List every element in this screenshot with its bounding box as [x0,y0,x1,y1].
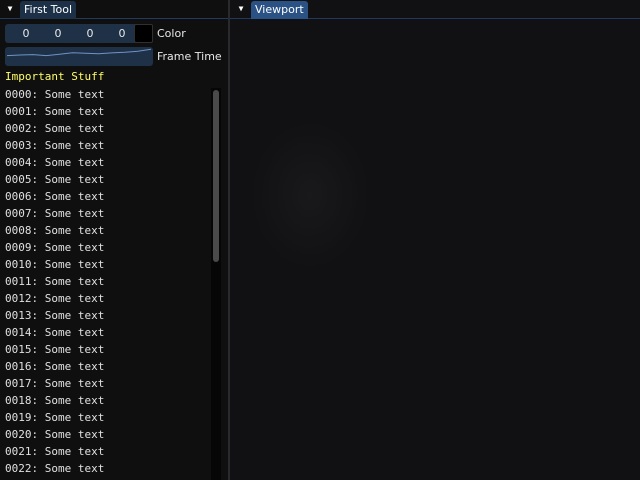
list-item: 0016: Some text [5,360,105,373]
list-item: 0022: Some text [5,462,105,475]
list-item: 0006: Some text [5,190,105,203]
color-swatch[interactable] [134,24,153,43]
list-item: 0011: Some text [5,275,105,288]
list-item: 0018: Some text [5,394,105,407]
list-item: 0015: Some text [5,343,105,356]
viewport-tabbar: ▼ Viewport [230,0,640,19]
tab-first-tool[interactable]: First Tool [20,1,77,19]
app-root: ▼ First Tool 0 0 0 0 Color Frame Time Im… [0,0,640,480]
list-item: 0008: Some text [5,224,105,237]
list-item: 0021: Some text [5,445,105,458]
triangle-down-icon[interactable]: ▼ [235,3,247,15]
frame-time-row: Frame Time [5,47,227,66]
important-stuff-heading: Important Stuff [5,70,105,83]
list-item: 0020: Some text [5,428,105,441]
list-item: 0001: Some text [5,105,105,118]
color-label: Color [157,27,186,40]
first-tool-window: ▼ First Tool 0 0 0 0 Color Frame Time Im… [0,0,228,480]
frame-time-plot-line [6,48,152,57]
frame-time-plot-graph [6,48,152,57]
text-list[interactable]: 0000: Some text 0001: Some text 0002: Some… [0,86,228,480]
list-item: 0013: Some text [5,309,105,322]
list-item: 0007: Some text [5,207,105,220]
list-item: 0004: Some text [5,156,105,169]
frame-time-label: Frame Time [157,50,222,63]
list-item: 0009: Some text [5,241,105,254]
viewport-window: ▼ Viewport [230,0,640,480]
tab-viewport[interactable]: Viewport [251,1,308,19]
list-item: 0014: Some text [5,326,105,339]
list-item: 0012: Some text [5,292,105,305]
triangle-down-icon[interactable]: ▼ [4,3,16,15]
list-item: 0005: Some text [5,173,105,186]
first-tool-tabbar: ▼ First Tool [0,0,228,19]
list-item: 0000: Some text [5,88,105,101]
list-item: 0019: Some text [5,411,105,424]
list-item: 0010: Some text [5,258,105,271]
scrollbar-thumb[interactable] [213,90,219,262]
frame-time-plot[interactable] [5,47,153,66]
viewport-canvas-shade [250,120,370,270]
list-item: 0002: Some text [5,122,105,135]
list-item: 0003: Some text [5,139,105,152]
int-color-row: 0 0 0 0 Color [5,24,225,43]
list-item: 0017: Some text [5,377,105,390]
